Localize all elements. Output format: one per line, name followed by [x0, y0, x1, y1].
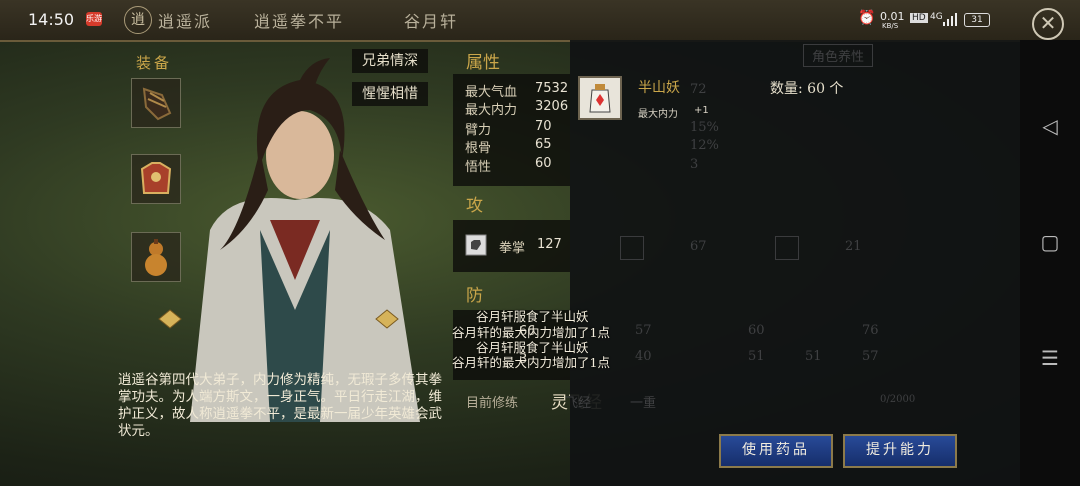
stat-value: 7532 — [535, 81, 569, 96]
signal-type: 4G — [930, 12, 943, 22]
item-slot[interactable] — [578, 76, 622, 120]
bg-value: 15% — [690, 120, 719, 135]
bg-skill-icon — [775, 236, 799, 260]
net-speed-unit: KB/S — [882, 22, 899, 30]
bg-value: 12% — [690, 138, 719, 153]
sect-logo-icon: 逍 — [124, 6, 152, 34]
bg-value: 51 — [748, 349, 765, 364]
sect-name: 逍遥派 — [158, 12, 213, 31]
skill-tag-1[interactable]: 兄弟情深 — [352, 49, 428, 73]
item-effect-value: +1 — [694, 105, 709, 116]
stat-value: 60 — [535, 156, 552, 171]
bg-value: 60 — [748, 323, 765, 338]
signal-bars-icon — [943, 13, 957, 26]
attack-title: 攻 — [466, 196, 483, 216]
character-title: 逍遥拳不平 — [254, 12, 345, 31]
alarm-icon: ⏰ — [858, 10, 876, 26]
attributes-panel: 最大气血 7532 最大内力 3206 臂力 70 根骨 65 悟性 60 — [453, 74, 570, 186]
battery-icon: 31 — [964, 13, 990, 27]
training-label: 目前修练 — [466, 396, 519, 411]
bg-value: 21 — [845, 239, 862, 254]
app-badge-icon: 乐游 — [86, 12, 102, 26]
top-bar: 14:50 乐游 逍 逍遥派 逍遥拳不平 谷月轩 ⏰ 0.01 KB/S HD … — [0, 0, 1080, 42]
character-bio: 逍遥谷第四代大弟子，内力修为精纯，无瑕子多传其拳掌功夫。为人端方斯文，一身正气。… — [118, 372, 442, 439]
bg-value: 67 — [690, 239, 707, 254]
use-medicine-button[interactable]: 使用药品 — [719, 434, 833, 468]
item-name: 半山妖 — [638, 80, 680, 96]
log-line: 谷月轩的最大内力增加了1点 — [452, 355, 610, 370]
bg-value: 57 — [635, 323, 652, 338]
upgrade-ability-button[interactable]: 提升能力 — [843, 434, 957, 468]
stat-label: 最大气血 — [465, 85, 518, 100]
clock: 14:50 — [28, 10, 75, 29]
medicine-jar-icon — [589, 84, 611, 113]
item-effect-label: 最大内力 — [638, 109, 678, 120]
stat-label: 悟性 — [465, 160, 492, 175]
stat-value: 65 — [535, 137, 552, 152]
attack-value: 127 — [537, 237, 562, 252]
back-icon[interactable]: ◁ — [1040, 114, 1060, 138]
system-nav-bar — [1020, 40, 1080, 486]
skill-tag-2[interactable]: 惺惺相惜 — [352, 82, 428, 106]
character-name: 谷月轩 — [404, 12, 459, 31]
item-quantity: 数量: 60 个 — [770, 81, 844, 97]
stat-label: 最大内力 — [465, 103, 518, 118]
bg-value: 72 — [690, 82, 707, 97]
home-icon[interactable]: ▢ — [1040, 230, 1060, 254]
bg-tab: 角色养性 — [803, 44, 874, 67]
menu-icon[interactable]: ☰ — [1040, 346, 1060, 370]
hd-icon: HD — [910, 13, 928, 23]
bg-value: 40 — [635, 349, 652, 364]
bg-progress: 0/2000 — [880, 394, 916, 405]
game-screen: 14:50 乐游 逍 逍遥派 逍遥拳不平 谷月轩 ⏰ 0.01 KB/S HD … — [0, 0, 1080, 486]
fist-icon — [465, 234, 487, 256]
attack-panel: 拳掌 127 — [453, 220, 570, 272]
attributes-title: 属性 — [466, 53, 500, 73]
stat-value: 70 — [535, 119, 552, 134]
stat-value: 3206 — [535, 99, 569, 114]
bg-value: 3 — [690, 157, 699, 172]
defense-title: 防 — [466, 286, 483, 306]
bg-value: 一重 — [630, 396, 657, 411]
bg-value: 57 — [862, 349, 879, 364]
ornament-left-icon — [158, 309, 182, 329]
stat-label: 臂力 — [465, 123, 492, 138]
bg-skill-icon — [620, 236, 644, 260]
bg-value: 飞经 — [565, 396, 592, 411]
bg-value: 51 — [805, 349, 822, 364]
close-icon[interactable]: ✕ — [1032, 8, 1064, 40]
ornament-right-icon — [375, 309, 399, 329]
stat-label: 根骨 — [465, 141, 492, 156]
bg-value: 76 — [862, 323, 879, 338]
attack-label: 拳掌 — [499, 241, 526, 256]
